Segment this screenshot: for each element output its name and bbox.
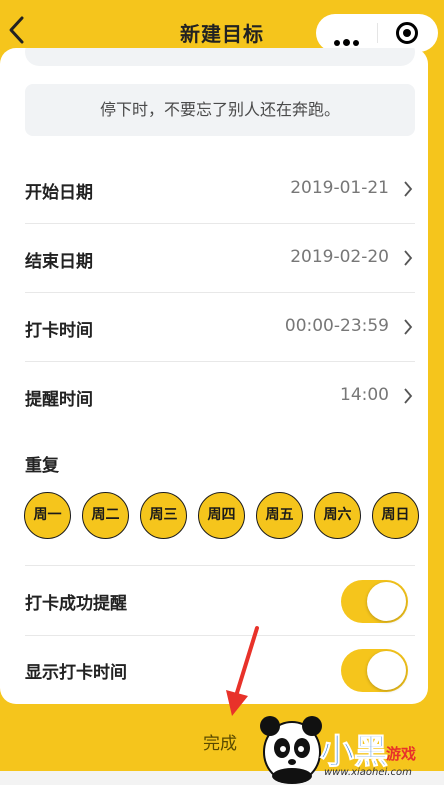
repeat-label: 重复 <box>25 456 59 476</box>
show-time-toggle[interactable] <box>341 649 408 692</box>
show-time-label: 显示打卡时间 <box>25 663 127 683</box>
show-time-row: 显示打卡时间 <box>25 636 415 704</box>
chevron-right-icon <box>404 250 413 266</box>
checkin-time-value: 00:00-23:59 <box>284 316 389 336</box>
end-date-row[interactable]: 结束日期 2019-02-20 <box>25 224 415 293</box>
target-circle-icon[interactable] <box>396 22 418 44</box>
toggle-knob <box>367 582 406 621</box>
capsule-divider <box>377 23 378 43</box>
watermark-url: www.xiaohei.com <box>324 767 412 778</box>
end-date-label: 结束日期 <box>25 252 93 272</box>
chevron-right-icon <box>404 181 413 197</box>
day-thu-button[interactable]: 周四 <box>198 492 245 539</box>
mini-program-capsule <box>316 14 438 52</box>
watermark-suffix: 游戏 <box>386 745 417 763</box>
success-reminder-row: 打卡成功提醒 <box>25 567 415 635</box>
annotation-arrow-icon <box>226 626 259 716</box>
day-fri-button[interactable]: 周五 <box>256 492 303 539</box>
day-sun-button[interactable]: 周日 <box>372 492 419 539</box>
success-reminder-toggle[interactable] <box>341 580 408 623</box>
checkin-time-row[interactable]: 打卡时间 00:00-23:59 <box>25 293 415 362</box>
scrolled-input-remnant <box>25 48 415 66</box>
form-card: 停下时，不要忘了别人还在奔跑。 开始日期 2019-01-21 结束日期 201… <box>0 48 428 704</box>
chevron-right-icon <box>404 388 413 404</box>
reminder-time-row[interactable]: 提醒时间 14:00 <box>25 362 415 430</box>
end-date-value: 2019-02-20 <box>290 247 389 267</box>
reminder-time-label: 提醒时间 <box>25 390 93 410</box>
start-date-label: 开始日期 <box>25 183 93 203</box>
divider <box>25 565 415 566</box>
success-reminder-label: 打卡成功提醒 <box>25 594 127 614</box>
watermark-brand: 小黑 <box>320 732 389 773</box>
toggle-knob <box>367 651 406 690</box>
day-tue-button[interactable]: 周二 <box>82 492 129 539</box>
reminder-time-value: 14:00 <box>340 385 389 405</box>
start-date-row[interactable]: 开始日期 2019-01-21 <box>25 155 415 224</box>
motto-box: 停下时，不要忘了别人还在奔跑。 <box>25 84 415 136</box>
day-mon-button[interactable]: 周一 <box>24 492 71 539</box>
day-wed-button[interactable]: 周三 <box>140 492 187 539</box>
start-date-value: 2019-01-21 <box>290 178 389 198</box>
chevron-right-icon <box>404 319 413 335</box>
day-sat-button[interactable]: 周六 <box>314 492 361 539</box>
repeat-days: 周一 周二 周三 周四 周五 周六 周日 <box>24 492 420 542</box>
checkin-time-label: 打卡时间 <box>25 321 93 341</box>
